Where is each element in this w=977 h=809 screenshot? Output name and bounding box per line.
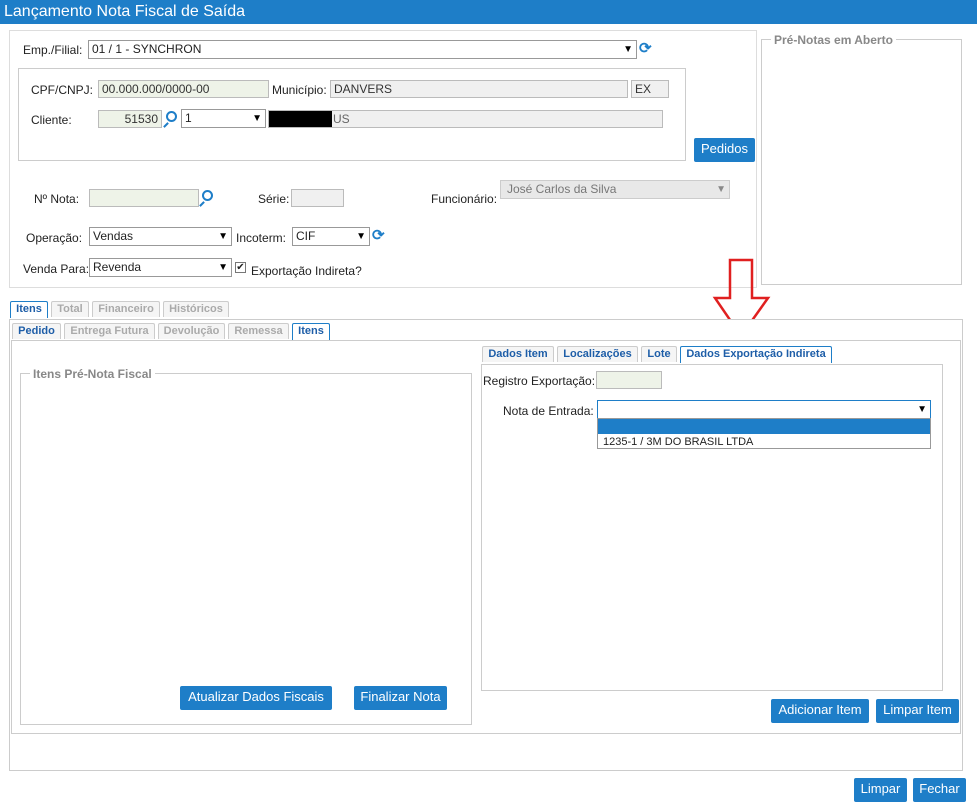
window-title: Lançamento Nota Fiscal de Saída — [0, 0, 977, 24]
cliente-label: Cliente: — [31, 113, 72, 127]
nota-entrada-select[interactable]: ▼ — [597, 400, 931, 419]
subtab-itens[interactable]: Itens — [292, 323, 330, 340]
venda-para-label: Venda Para: — [23, 262, 90, 276]
nota-entrada-label: Nota de Entrada: — [503, 404, 594, 418]
chevron-down-icon: ▼ — [252, 113, 262, 124]
pedidos-button[interactable]: Pedidos — [694, 138, 755, 162]
search-icon[interactable] — [166, 111, 177, 122]
emp-filial-select[interactable]: 01 / 1 - SYNCHRON ▼ — [88, 40, 637, 59]
uf-field[interactable]: EX — [631, 80, 669, 98]
registro-exportacao-field[interactable] — [596, 371, 662, 389]
itemtab-localizacoes[interactable]: Localizações — [557, 346, 638, 362]
cliente-name-suffix: US — [333, 112, 350, 126]
numero-nota-label: Nº Nota: — [34, 192, 80, 206]
incoterm-value: CIF — [296, 229, 316, 243]
redacted-block — [269, 111, 332, 127]
emp-label: Emp./Filial: — [23, 43, 83, 57]
incoterm-select[interactable]: CIF ▼ — [292, 227, 370, 246]
exportacao-label: Exportação Indireta? — [251, 264, 362, 278]
venda-para-value: Revenda — [93, 260, 142, 274]
serie-field[interactable] — [291, 189, 344, 207]
chevron-down-icon: ▼ — [356, 231, 366, 242]
tab-historicos[interactable]: Históricos — [163, 301, 229, 317]
limpar-item-button[interactable]: Limpar Item — [876, 699, 959, 723]
municipio-field[interactable]: DANVERS — [330, 80, 628, 98]
operacao-label: Operação: — [26, 231, 83, 245]
tab-total[interactable]: Total — [51, 301, 89, 317]
subtab-entrega-futura[interactable]: Entrega Futura — [64, 323, 155, 339]
venda-para-select[interactable]: Revenda ▼ — [89, 258, 232, 277]
dropdown-option[interactable]: 1235-1 / 3M DO BRASIL LTDA — [603, 435, 923, 449]
emp-filial-value: 01 / 1 - SYNCHRON — [92, 42, 202, 56]
cliente-name-field[interactable]: US — [268, 110, 663, 128]
cpf-label: CPF/CNPJ: — [31, 83, 94, 97]
pre-notas-legend: Pré-Notas em Aberto — [771, 33, 896, 47]
registro-exportacao-label: Registro Exportação: — [483, 374, 596, 388]
cliente-seq-select[interactable]: 1 ▼ — [181, 109, 266, 128]
funcionario-value: José Carlos da Silva — [507, 182, 617, 196]
itens-pre-nota-legend: Itens Pré-Nota Fiscal — [30, 367, 155, 381]
subtab-devolucao[interactable]: Devolução — [158, 323, 225, 339]
funcionario-label: Funcionário: — [431, 192, 498, 206]
adicionar-item-button[interactable]: Adicionar Item — [771, 699, 869, 723]
subtab-pedido[interactable]: Pedido — [12, 323, 61, 339]
limpar-button[interactable]: Limpar — [854, 778, 907, 802]
itemtab-dados-exportacao[interactable]: Dados Exportação Indireta — [680, 346, 832, 363]
nota-entrada-dropdown: 1235-1 / 3M DO BRASIL LTDA — [597, 418, 931, 449]
dropdown-option[interactable] — [598, 419, 930, 434]
fechar-button[interactable]: Fechar — [913, 778, 966, 802]
cliente-seq-value: 1 — [185, 111, 192, 125]
atualizar-dados-fiscais-button[interactable]: Atualizar Dados Fiscais — [180, 686, 332, 710]
numero-nota-field[interactable] — [89, 189, 199, 207]
exportacao-checkbox[interactable]: ✔ — [235, 262, 246, 273]
subtab-remessa[interactable]: Remessa — [228, 323, 289, 339]
chevron-down-icon: ▼ — [623, 44, 633, 55]
incoterm-label: Incoterm: — [236, 231, 287, 245]
refresh-icon[interactable]: ⟳ — [372, 226, 385, 244]
cliente-code-field[interactable]: 51530 — [98, 110, 162, 128]
operacao-select[interactable]: Vendas ▼ — [89, 227, 232, 246]
tab-financeiro[interactable]: Financeiro — [92, 301, 160, 317]
operacao-value: Vendas — [93, 229, 134, 243]
funcionario-select[interactable]: José Carlos da Silva ▼ — [500, 180, 730, 199]
chevron-down-icon: ▼ — [917, 404, 927, 415]
serie-label: Série: — [258, 192, 290, 206]
chevron-down-icon: ▼ — [218, 231, 228, 242]
pre-notas-panel — [761, 39, 962, 285]
chevron-down-icon: ▼ — [716, 184, 726, 195]
refresh-icon[interactable]: ⟳ — [639, 39, 652, 57]
itens-pre-nota-panel — [20, 373, 472, 725]
itemtab-lote[interactable]: Lote — [641, 346, 677, 362]
tab-itens[interactable]: Itens — [10, 301, 48, 318]
search-icon[interactable] — [202, 190, 213, 201]
chevron-down-icon: ▼ — [218, 262, 228, 273]
municipio-label: Município: — [272, 83, 327, 97]
finalizar-nota-button[interactable]: Finalizar Nota — [354, 686, 447, 710]
cpf-field[interactable]: 00.000.000/0000-00 — [98, 80, 269, 98]
itemtab-dados-item[interactable]: Dados Item — [482, 346, 554, 362]
